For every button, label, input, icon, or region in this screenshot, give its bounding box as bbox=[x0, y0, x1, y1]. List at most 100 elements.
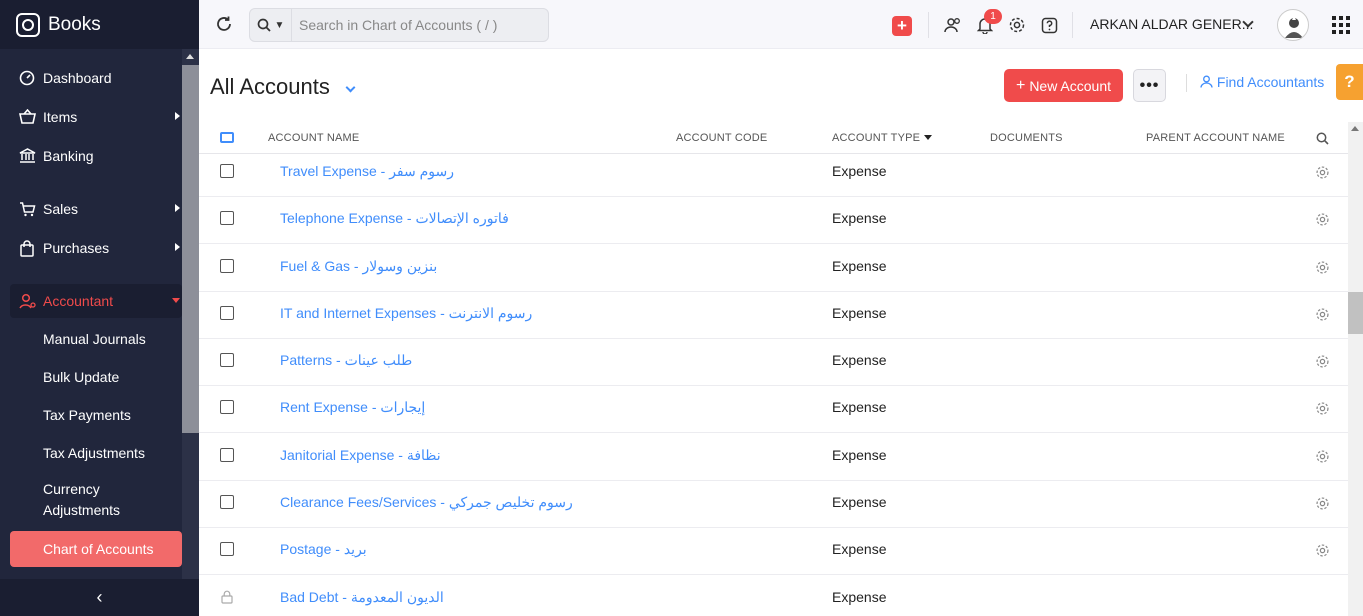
column-header-documents[interactable]: DOCUMENTS bbox=[990, 132, 1063, 144]
table-row[interactable]: Patterns - طلب عينات Expense bbox=[199, 339, 1348, 386]
account-name-link[interactable]: Telephone Expense - فاتوره الإتصالات bbox=[280, 210, 509, 227]
sidebar-sub-bulk-update[interactable]: Bulk Update bbox=[10, 367, 182, 388]
sidebar-item-sales[interactable]: Sales bbox=[10, 192, 182, 226]
account-name-link[interactable]: Travel Expense - رسوم سفر bbox=[280, 163, 454, 180]
account-type: Expense bbox=[832, 258, 887, 274]
sidebar-item-banking[interactable]: Banking bbox=[10, 139, 182, 173]
column-header-label: ACCOUNT TYPE bbox=[832, 132, 921, 144]
row-checkbox[interactable] bbox=[220, 306, 234, 320]
avatar[interactable] bbox=[1277, 9, 1309, 41]
row-settings-gear-icon[interactable] bbox=[1315, 165, 1330, 180]
column-header-account-name[interactable]: ACCOUNT NAME bbox=[268, 132, 359, 144]
sidebar-item-accountant[interactable]: Accountant bbox=[10, 284, 182, 318]
divider bbox=[1186, 74, 1187, 92]
scroll-up-arrow-icon[interactable] bbox=[1351, 126, 1359, 131]
find-accountants-label: Find Accountants bbox=[1216, 74, 1325, 90]
main-scroll-thumb[interactable] bbox=[1348, 292, 1363, 334]
user-icon bbox=[1200, 75, 1213, 88]
sidebar-scroll-thumb[interactable] bbox=[182, 65, 199, 433]
table-row[interactable]: Clearance Fees/Services - رسوم تخليص جمر… bbox=[199, 481, 1348, 528]
settings-gear-icon[interactable] bbox=[1007, 15, 1027, 35]
scroll-up-arrow-icon[interactable] bbox=[186, 54, 194, 59]
search-icon[interactable] bbox=[1316, 132, 1329, 145]
table-row[interactable]: Janitorial Expense - نظافة Expense bbox=[199, 434, 1348, 481]
search-input[interactable] bbox=[292, 10, 542, 40]
sidebar-sub-chart-of-accounts[interactable]: Chart of Accounts bbox=[10, 531, 182, 567]
sidebar-item-dashboard[interactable]: Dashboard bbox=[10, 61, 182, 95]
row-settings-gear-icon[interactable] bbox=[1315, 354, 1330, 369]
row-settings-gear-icon[interactable] bbox=[1315, 401, 1330, 416]
row-settings-gear-icon[interactable] bbox=[1315, 449, 1330, 464]
organization-switcher[interactable]: ARKAN ALDAR GENER... bbox=[1090, 16, 1253, 32]
row-checkbox[interactable] bbox=[220, 448, 234, 462]
sidebar-item-items[interactable]: Items bbox=[10, 100, 182, 134]
column-header-account-type[interactable]: ACCOUNT TYPE bbox=[832, 132, 933, 144]
help-icon[interactable] bbox=[1039, 15, 1059, 35]
table-row[interactable]: IT and Internet Expenses - رسوم الانترنت… bbox=[199, 292, 1348, 339]
account-name-link[interactable]: Fuel & Gas - بنزين وسولار bbox=[280, 258, 437, 275]
account-name-link[interactable]: Bad Debt - الديون المعدومة bbox=[280, 589, 444, 606]
caret-down-icon: ▼ bbox=[274, 19, 285, 31]
row-settings-gear-icon[interactable] bbox=[1315, 260, 1330, 275]
sidebar-item-purchases[interactable]: Purchases bbox=[10, 231, 182, 265]
accountant-icon bbox=[18, 292, 36, 310]
column-header-parent-account-name[interactable]: PARENT ACCOUNT NAME bbox=[1146, 132, 1285, 144]
page-title[interactable]: All Accounts bbox=[210, 74, 330, 100]
recent-activity-icon[interactable] bbox=[214, 14, 234, 34]
row-settings-gear-icon[interactable] bbox=[1315, 307, 1330, 322]
brand-name: Books bbox=[48, 13, 101, 35]
table-row[interactable]: Travel Expense - رسوم سفر Expense bbox=[199, 150, 1348, 197]
help-tab-button[interactable]: ? bbox=[1336, 64, 1363, 100]
row-checkbox[interactable] bbox=[220, 259, 234, 273]
collapse-sidebar-button[interactable]: ‹ bbox=[0, 579, 199, 616]
account-type: Expense bbox=[832, 352, 887, 368]
bank-icon bbox=[18, 147, 36, 165]
customize-columns-icon[interactable] bbox=[220, 132, 234, 143]
sidebar-sub-currency-adjustments[interactable]: Currency Adjustments bbox=[10, 479, 182, 521]
sidebar-item-label: Dashboard bbox=[43, 70, 112, 86]
table-row[interactable]: Fuel & Gas - بنزين وسولار Expense bbox=[199, 245, 1348, 292]
sidebar-item-label: Purchases bbox=[43, 240, 110, 256]
account-name-link[interactable]: Patterns - طلب عينات bbox=[280, 352, 412, 369]
new-account-button[interactable]: + New Account bbox=[1004, 69, 1123, 102]
row-settings-gear-icon[interactable] bbox=[1315, 496, 1330, 511]
account-type: Expense bbox=[832, 399, 887, 415]
chevron-right-icon bbox=[175, 243, 180, 251]
app-launcher-grid-icon[interactable] bbox=[1332, 16, 1350, 34]
main-scrollbar[interactable] bbox=[1348, 122, 1363, 616]
account-name-link[interactable]: Clearance Fees/Services - رسوم تخليص جمر… bbox=[280, 494, 573, 511]
row-checkbox[interactable] bbox=[220, 495, 234, 509]
account-name-link[interactable]: Rent Expense - إيجارات bbox=[280, 399, 425, 416]
sidebar-sub-tax-payments[interactable]: Tax Payments bbox=[10, 405, 182, 426]
row-checkbox[interactable] bbox=[220, 400, 234, 414]
search-scope-dropdown[interactable]: ▼ bbox=[250, 9, 292, 41]
row-checkbox[interactable] bbox=[220, 164, 234, 178]
view-dropdown-chevron-icon[interactable] bbox=[345, 82, 356, 93]
cart-icon bbox=[18, 200, 36, 218]
quick-create-button[interactable]: + bbox=[892, 16, 912, 36]
find-accountants-link[interactable]: Find Accountants bbox=[1200, 74, 1324, 90]
chevron-down-icon bbox=[172, 298, 180, 303]
account-name-link[interactable]: Janitorial Expense - نظافة bbox=[280, 447, 441, 464]
table-row[interactable]: Bad Debt - الديون المعدومة Expense bbox=[199, 576, 1348, 616]
search-icon bbox=[257, 18, 271, 32]
row-checkbox[interactable] bbox=[220, 211, 234, 225]
column-header-account-code[interactable]: ACCOUNT CODE bbox=[676, 132, 767, 144]
sidebar-sub-manual-journals[interactable]: Manual Journals bbox=[10, 329, 182, 350]
brand[interactable]: Books bbox=[0, 0, 199, 49]
sidebar-scrollbar[interactable] bbox=[182, 49, 199, 589]
row-settings-gear-icon[interactable] bbox=[1315, 212, 1330, 227]
divider bbox=[1072, 12, 1073, 38]
row-checkbox[interactable] bbox=[220, 353, 234, 367]
row-checkbox[interactable] bbox=[220, 542, 234, 556]
more-options-button[interactable]: ••• bbox=[1133, 69, 1166, 102]
account-name-link[interactable]: IT and Internet Expenses - رسوم الانترنت bbox=[280, 305, 532, 322]
basket-icon bbox=[18, 108, 36, 126]
table-row[interactable]: Postage - بريد Expense bbox=[199, 528, 1348, 575]
table-row[interactable]: Telephone Expense - فاتوره الإتصالات Exp… bbox=[199, 197, 1348, 244]
account-name-link[interactable]: Postage - بريد bbox=[280, 541, 367, 558]
refer-users-icon[interactable] bbox=[943, 15, 963, 35]
row-settings-gear-icon[interactable] bbox=[1315, 543, 1330, 558]
table-row[interactable]: Rent Expense - إيجارات Expense bbox=[199, 386, 1348, 433]
sidebar-sub-tax-adjustments[interactable]: Tax Adjustments bbox=[10, 443, 182, 464]
